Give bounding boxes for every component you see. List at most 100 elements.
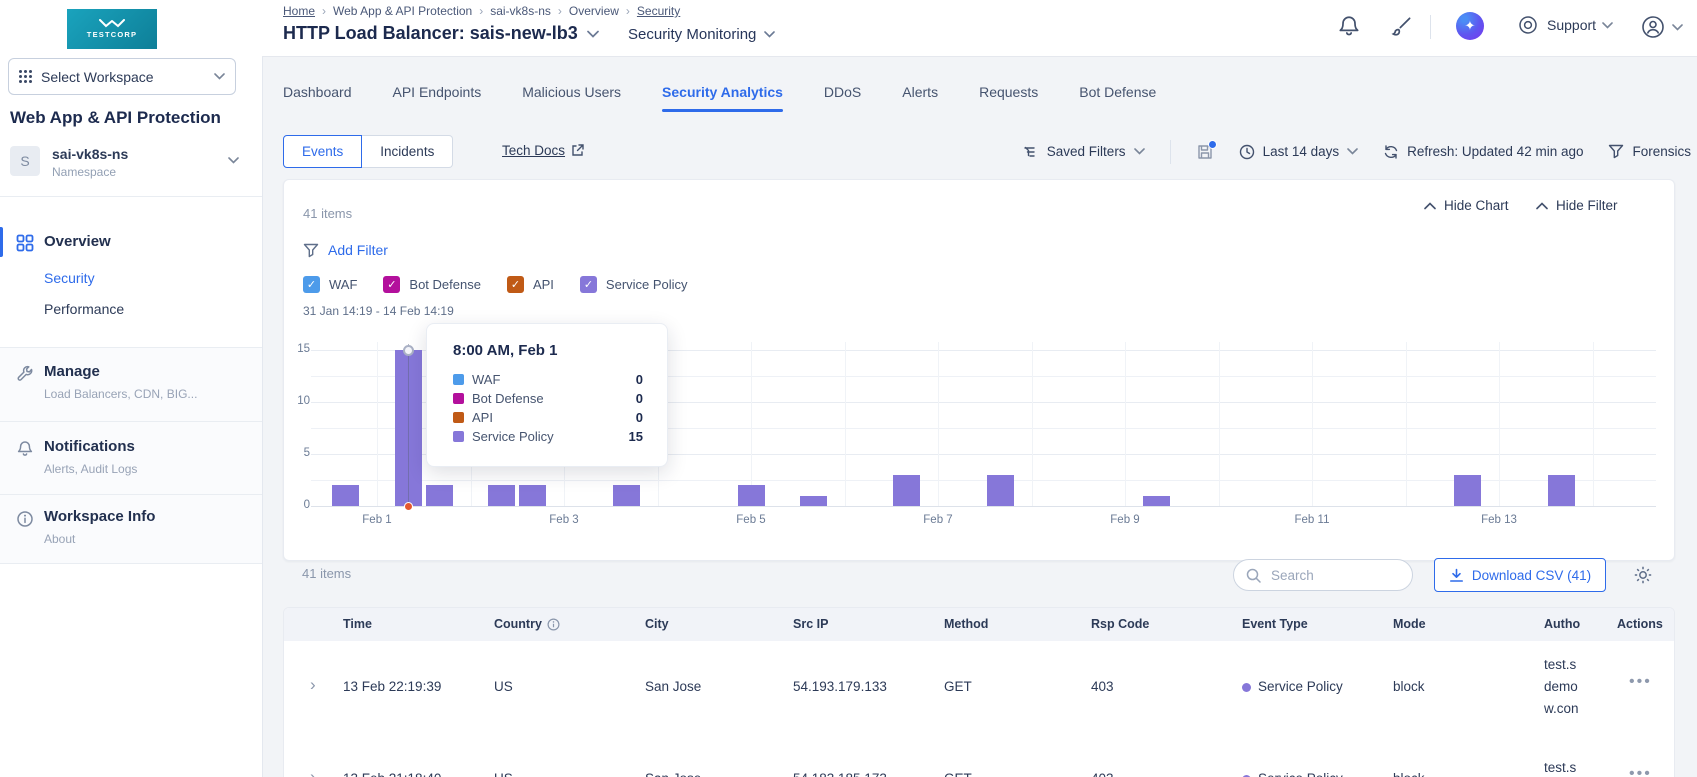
user-icon	[1642, 16, 1664, 38]
y-axis-label: 15	[297, 343, 310, 355]
chart-bar[interactable]	[612, 485, 640, 506]
breadcrumb-item[interactable]: Security	[637, 4, 680, 18]
namespace-chevron-icon[interactable]	[228, 157, 239, 164]
hide-chart-button[interactable]: Hide Chart	[1424, 198, 1509, 213]
notifications-bell-button[interactable]	[1337, 14, 1361, 40]
chart-bar[interactable]	[799, 495, 827, 506]
theme-brush-button[interactable]	[1389, 14, 1415, 40]
y-axis-label: 10	[297, 395, 310, 407]
divider	[0, 347, 262, 348]
column-header-time[interactable]: Time	[343, 617, 372, 631]
column-header-rsp-code[interactable]: Rsp Code	[1091, 617, 1149, 631]
series-checkbox-api[interactable]: ✓ API	[506, 276, 554, 293]
column-header-mode[interactable]: Mode	[1393, 617, 1426, 631]
download-csv-label: Download CSV (41)	[1471, 567, 1592, 583]
series-checkbox-service-policy[interactable]: ✓ Service Policy	[579, 276, 688, 293]
chevron-down-icon[interactable]	[586, 30, 599, 38]
add-filter-button[interactable]: Add Filter	[303, 242, 388, 258]
api-zero-point-marker	[403, 501, 413, 511]
column-header-autho[interactable]: Autho	[1544, 617, 1580, 631]
divider	[0, 196, 262, 197]
gear-icon[interactable]	[1633, 565, 1653, 585]
column-header-method[interactable]: Method	[944, 617, 988, 631]
sidebar-item-security[interactable]: Security	[44, 270, 95, 286]
chart-bar[interactable]	[1454, 474, 1482, 506]
tab-ddos[interactable]: DDoS	[824, 84, 861, 112]
support-menu[interactable]: Support	[1517, 14, 1613, 36]
breadcrumb-item[interactable]: Overview	[569, 4, 619, 18]
sidebar-item-workspace-info[interactable]: Workspace Info	[44, 508, 155, 525]
column-header-country[interactable]: Country	[494, 617, 560, 631]
column-header-city[interactable]: City	[645, 617, 669, 631]
chart-bar[interactable]	[1547, 474, 1575, 506]
sidebar-item-notifications-sub: Alerts, Audit Logs	[44, 462, 138, 476]
chart-bar[interactable]	[986, 474, 1014, 506]
sidebar-item-manage[interactable]: Manage	[44, 363, 100, 380]
tech-docs-link[interactable]: Tech Docs	[502, 143, 584, 158]
sidebar-item-notifications[interactable]: Notifications	[44, 438, 135, 455]
row-expander-icon[interactable]: ›	[310, 767, 316, 777]
row-actions-button[interactable]: •••	[1629, 673, 1652, 691]
tab-events[interactable]: Events	[283, 135, 363, 168]
sidebar-item-workspace-info-sub: About	[44, 532, 76, 546]
chart-bar[interactable]	[737, 485, 765, 506]
breadcrumb-item[interactable]: sai-vk8s-ns	[490, 4, 551, 18]
info-icon	[17, 511, 33, 527]
time-range-dropdown[interactable]: Last 14 days	[1239, 144, 1359, 160]
chart-bar[interactable]	[488, 485, 516, 506]
workspace-selector[interactable]: Select Workspace	[8, 58, 236, 95]
gridline-v	[1499, 342, 1500, 506]
x-axis-label: Feb 11	[1294, 514, 1330, 526]
breadcrumb-item[interactable]: Web App & API Protection	[333, 4, 472, 18]
app-root: TESTCORP Select Workspace Web App & API …	[0, 0, 1697, 777]
tab-bar: Dashboard API Endpoints Malicious Users Sec…	[283, 84, 1156, 112]
table-row[interactable]: › 13 Feb 21:18:40 US San Jose 54.183.185.173…	[284, 733, 1674, 777]
testcorp-logo[interactable]: TESTCORP	[67, 9, 157, 49]
sidebar-item-performance[interactable]: Performance	[44, 301, 124, 317]
search-input[interactable]	[1269, 566, 1393, 584]
divider	[0, 494, 262, 495]
ai-assistant-button[interactable]: ✦	[1456, 12, 1484, 40]
sidebar-item-overview[interactable]: Overview	[44, 233, 111, 250]
tab-api-endpoints[interactable]: API Endpoints	[393, 84, 482, 112]
breadcrumb-item[interactable]: Home	[283, 4, 315, 18]
tab-requests[interactable]: Requests	[979, 84, 1038, 112]
tooltip-row: Service Policy 15	[453, 428, 643, 444]
column-header-label: Event Type	[1242, 617, 1308, 631]
row-actions-button[interactable]: •••	[1629, 765, 1652, 777]
refresh-button[interactable]: Refresh: Updated 42 min ago	[1383, 144, 1583, 160]
column-header-actions[interactable]: Actions	[1617, 617, 1663, 631]
namespace-avatar: S	[10, 146, 40, 176]
series-checkbox-bot-defense[interactable]: ✓ Bot Defense	[383, 276, 481, 293]
chart-bar[interactable]	[425, 485, 453, 506]
hide-filter-button[interactable]: Hide Filter	[1536, 198, 1618, 213]
chart-bar[interactable]	[1142, 495, 1170, 506]
row-expander-icon[interactable]: ›	[310, 675, 316, 695]
table-row[interactable]: › 13 Feb 22:19:39 US San Jose 54.193.179.133…	[284, 641, 1674, 734]
chart-bar[interactable]	[893, 474, 921, 506]
tab-incidents[interactable]: Incidents	[362, 135, 454, 168]
cell-time: 13 Feb 21:18:40	[343, 771, 441, 777]
saved-filters-dropdown[interactable]: Saved Filters	[1023, 144, 1145, 159]
tab-dashboard[interactable]: Dashboard	[283, 84, 352, 112]
context-selector[interactable]: Security Monitoring	[628, 26, 776, 43]
support-label: Support	[1547, 17, 1597, 33]
save-filter-button[interactable]	[1196, 139, 1217, 161]
tab-bot-defense[interactable]: Bot Defense	[1079, 84, 1156, 112]
column-header-src-ip[interactable]: Src IP	[793, 617, 828, 631]
tab-security-analytics[interactable]: Security Analytics	[662, 84, 783, 112]
tab-alerts[interactable]: Alerts	[902, 84, 938, 112]
tab-malicious-users[interactable]: Malicious Users	[522, 84, 621, 112]
gridline-v	[1592, 342, 1594, 506]
download-csv-button[interactable]: Download CSV (41)	[1434, 558, 1606, 592]
account-menu[interactable]	[1640, 14, 1683, 40]
column-header-event-type[interactable]: Event Type	[1242, 617, 1308, 631]
funnel-icon	[1609, 144, 1624, 159]
chart-bar[interactable]	[519, 485, 547, 506]
series-checkbox-waf[interactable]: ✓ WAF	[303, 276, 357, 293]
tooltip-series-label: Bot Defense	[472, 390, 544, 406]
info-icon[interactable]	[547, 617, 560, 631]
hover-point-marker	[402, 344, 414, 356]
forensics-button[interactable]: Forensics	[1608, 144, 1691, 159]
chart-bar[interactable]	[332, 485, 360, 506]
